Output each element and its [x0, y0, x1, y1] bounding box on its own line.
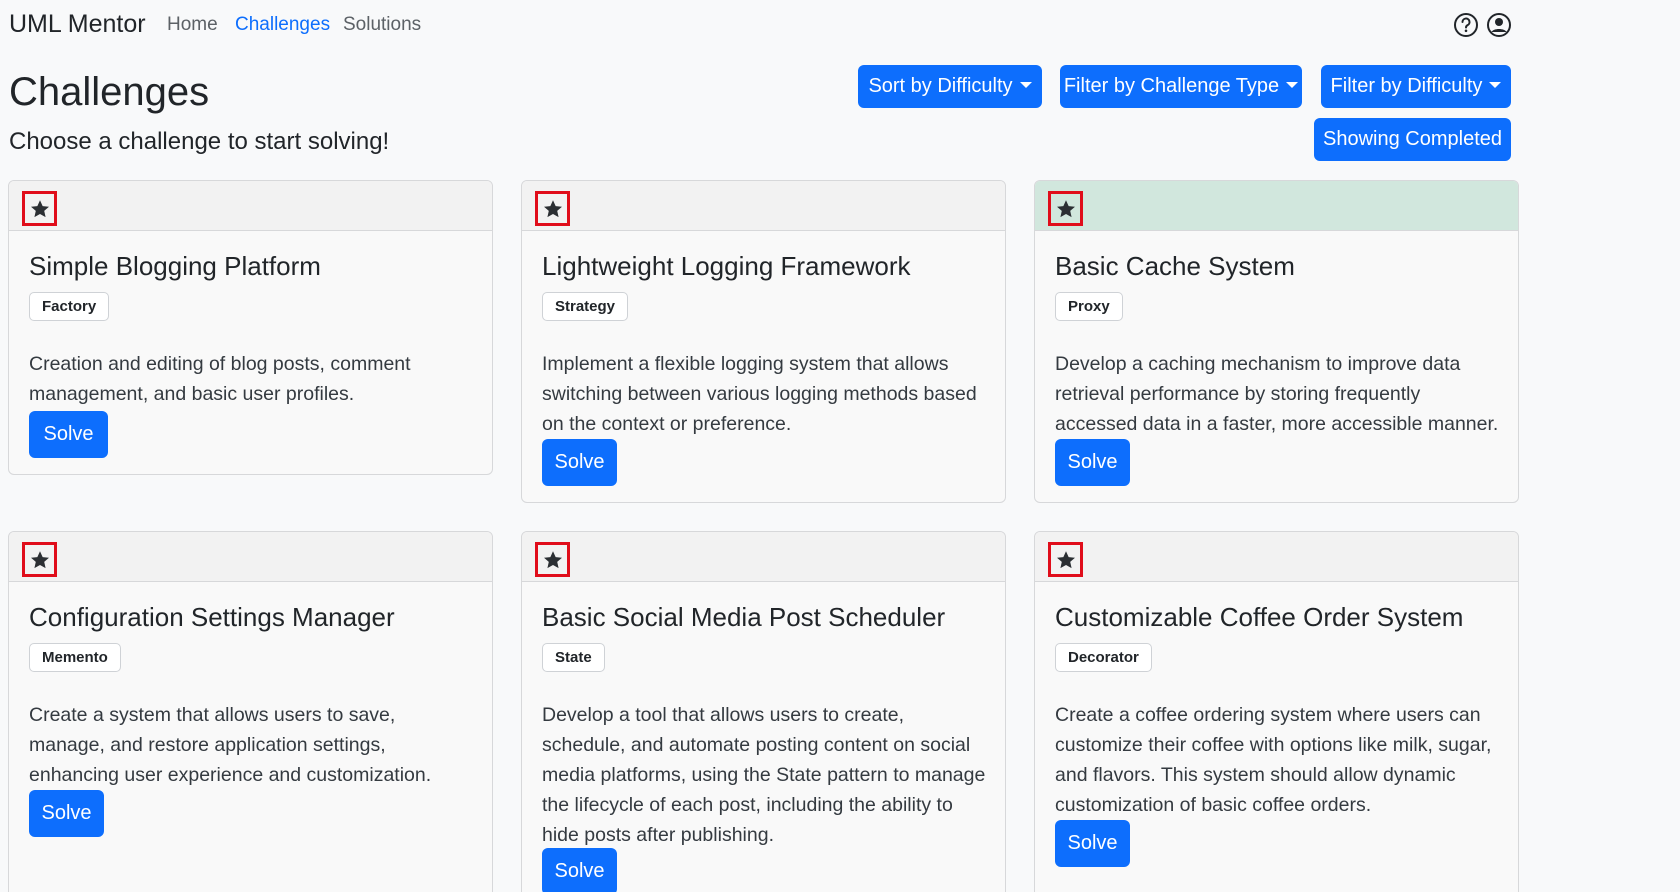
- question-circle-icon[interactable]: [1453, 12, 1479, 38]
- card-header-completed: [1035, 181, 1518, 231]
- brand-logo[interactable]: UML Mentor: [9, 10, 146, 39]
- challenge-title: Simple Blogging Platform: [29, 251, 321, 281]
- favorite-button[interactable]: [1048, 191, 1083, 226]
- pattern-badge: Proxy: [1055, 292, 1123, 321]
- challenge-title: Configuration Settings Manager: [29, 602, 395, 632]
- star-icon: [1056, 199, 1075, 217]
- challenge-card: Lightweight Logging Framework Strategy I…: [521, 180, 1006, 503]
- favorite-button[interactable]: [1048, 542, 1083, 577]
- pattern-badge: Memento: [29, 643, 121, 672]
- challenge-description: Create a system that allows users to sav…: [29, 704, 432, 786]
- sort-label: Sort by Difficulty: [868, 75, 1013, 97]
- challenge-card: Configuration Settings Manager Memento C…: [8, 531, 493, 892]
- challenge-title: Basic Cache System: [1055, 251, 1295, 281]
- pattern-badge: Decorator: [1055, 643, 1152, 672]
- sort-by-difficulty-dropdown[interactable]: Sort by Difficulty: [858, 65, 1042, 108]
- challenge-card: Customizable Coffee Order System Decorat…: [1034, 531, 1519, 892]
- card-header: [1035, 532, 1518, 582]
- caret-down-icon: [1489, 81, 1502, 88]
- filter-by-difficulty-dropdown[interactable]: Filter by Difficulty: [1321, 65, 1511, 108]
- star-icon: [543, 550, 562, 568]
- favorite-button[interactable]: [535, 191, 570, 226]
- filter-type-label: Filter by Challenge Type: [1063, 75, 1280, 97]
- favorite-button[interactable]: [22, 191, 57, 226]
- nav-link-solutions[interactable]: Solutions: [343, 14, 421, 36]
- solve-button[interactable]: Solve: [1055, 820, 1130, 867]
- card-header: [522, 181, 1005, 231]
- challenge-card: Basic Social Media Post Scheduler State …: [521, 531, 1006, 892]
- page-subtitle: Choose a challenge to start solving!: [9, 128, 390, 155]
- challenge-title: Customizable Coffee Order System: [1055, 602, 1464, 632]
- solve-button[interactable]: Solve: [1055, 439, 1130, 486]
- challenge-description: Develop a tool that allows users to crea…: [542, 704, 986, 846]
- star-icon: [30, 199, 49, 217]
- showing-completed-toggle[interactable]: Showing Completed: [1314, 118, 1511, 161]
- filter-by-type-dropdown[interactable]: Filter by Challenge Type: [1060, 65, 1302, 108]
- challenge-description: Creation and editing of blog posts, comm…: [29, 353, 411, 405]
- challenge-title: Lightweight Logging Framework: [542, 251, 911, 281]
- challenge-description: Develop a caching mechanism to improve d…: [1055, 353, 1499, 435]
- challenge-card: Simple Blogging Platform Factory Creatio…: [8, 180, 493, 475]
- challenge-card: Basic Cache System Proxy Develop a cachi…: [1034, 180, 1519, 503]
- card-header: [522, 532, 1005, 582]
- card-header: [9, 532, 492, 582]
- favorite-button[interactable]: [22, 542, 57, 577]
- card-header: [9, 181, 492, 231]
- navbar: UML Mentor Home Challenges Solutions: [0, 0, 1680, 50]
- pattern-badge: State: [542, 643, 605, 672]
- caret-down-icon: [1019, 81, 1032, 88]
- nav-link-challenges[interactable]: Challenges: [235, 14, 330, 36]
- favorite-button[interactable]: [535, 542, 570, 577]
- solve-button[interactable]: Solve: [29, 411, 108, 458]
- challenge-description: Create a coffee ordering system where us…: [1055, 704, 1492, 816]
- challenge-title: Basic Social Media Post Scheduler: [542, 602, 946, 632]
- challenge-description: Implement a flexible logging system that…: [542, 353, 977, 435]
- page-title: Challenges: [9, 70, 210, 114]
- solve-button[interactable]: Solve: [542, 439, 617, 486]
- star-icon: [543, 199, 562, 217]
- pattern-badge: Strategy: [542, 292, 629, 321]
- solve-button[interactable]: Solve: [29, 790, 104, 837]
- user-circle-icon[interactable]: [1486, 12, 1512, 38]
- star-icon: [30, 550, 49, 568]
- pattern-badge: Factory: [29, 292, 110, 321]
- caret-down-icon: [1286, 81, 1299, 88]
- nav-link-home[interactable]: Home: [167, 14, 218, 36]
- filter-difficulty-label: Filter by Difficulty: [1330, 75, 1483, 97]
- solve-button[interactable]: Solve: [542, 848, 617, 892]
- star-icon: [1056, 550, 1075, 568]
